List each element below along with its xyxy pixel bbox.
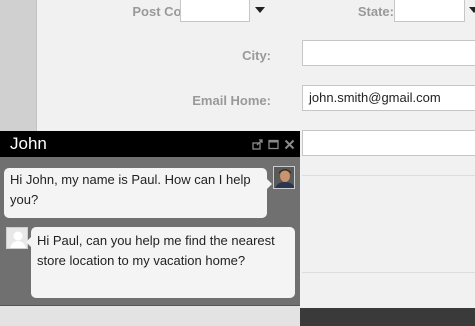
popout-icon[interactable]: [252, 139, 263, 150]
maximize-icon[interactable]: [268, 139, 279, 150]
post-code-select[interactable]: [180, 0, 250, 22]
bubble-tail: [267, 179, 272, 189]
chat-message: Hi Paul, can you help me find the neares…: [31, 227, 295, 298]
hidden-field-1[interactable]: [302, 130, 475, 156]
email-home-label: Email Home:: [192, 93, 271, 108]
city-field[interactable]: [302, 40, 475, 66]
chat-message: Hi John, my name is Paul. How can I help…: [4, 168, 267, 218]
footer-bar: [300, 308, 475, 326]
city-label: City:: [242, 48, 271, 63]
state-dropdown-icon[interactable]: [469, 7, 475, 13]
form-divider: [302, 272, 475, 273]
form-divider: [302, 175, 475, 176]
chat-header[interactable]: John: [0, 131, 300, 157]
chat-title: John: [10, 134, 47, 153]
agent-avatar: [273, 166, 295, 189]
email-home-field[interactable]: john.smith@gmail.com: [302, 85, 475, 111]
state-label: State:: [357, 4, 394, 19]
chat-input[interactable]: [0, 305, 300, 326]
chat-messages: Hi John, my name is Paul. How can I help…: [0, 157, 300, 305]
chat-window: John Hi John, my name is Paul. How can I…: [0, 131, 300, 326]
visitor-avatar: [6, 227, 28, 249]
close-icon[interactable]: [284, 139, 295, 150]
state-select[interactable]: [394, 0, 465, 22]
post-code-dropdown-icon[interactable]: [255, 7, 265, 13]
